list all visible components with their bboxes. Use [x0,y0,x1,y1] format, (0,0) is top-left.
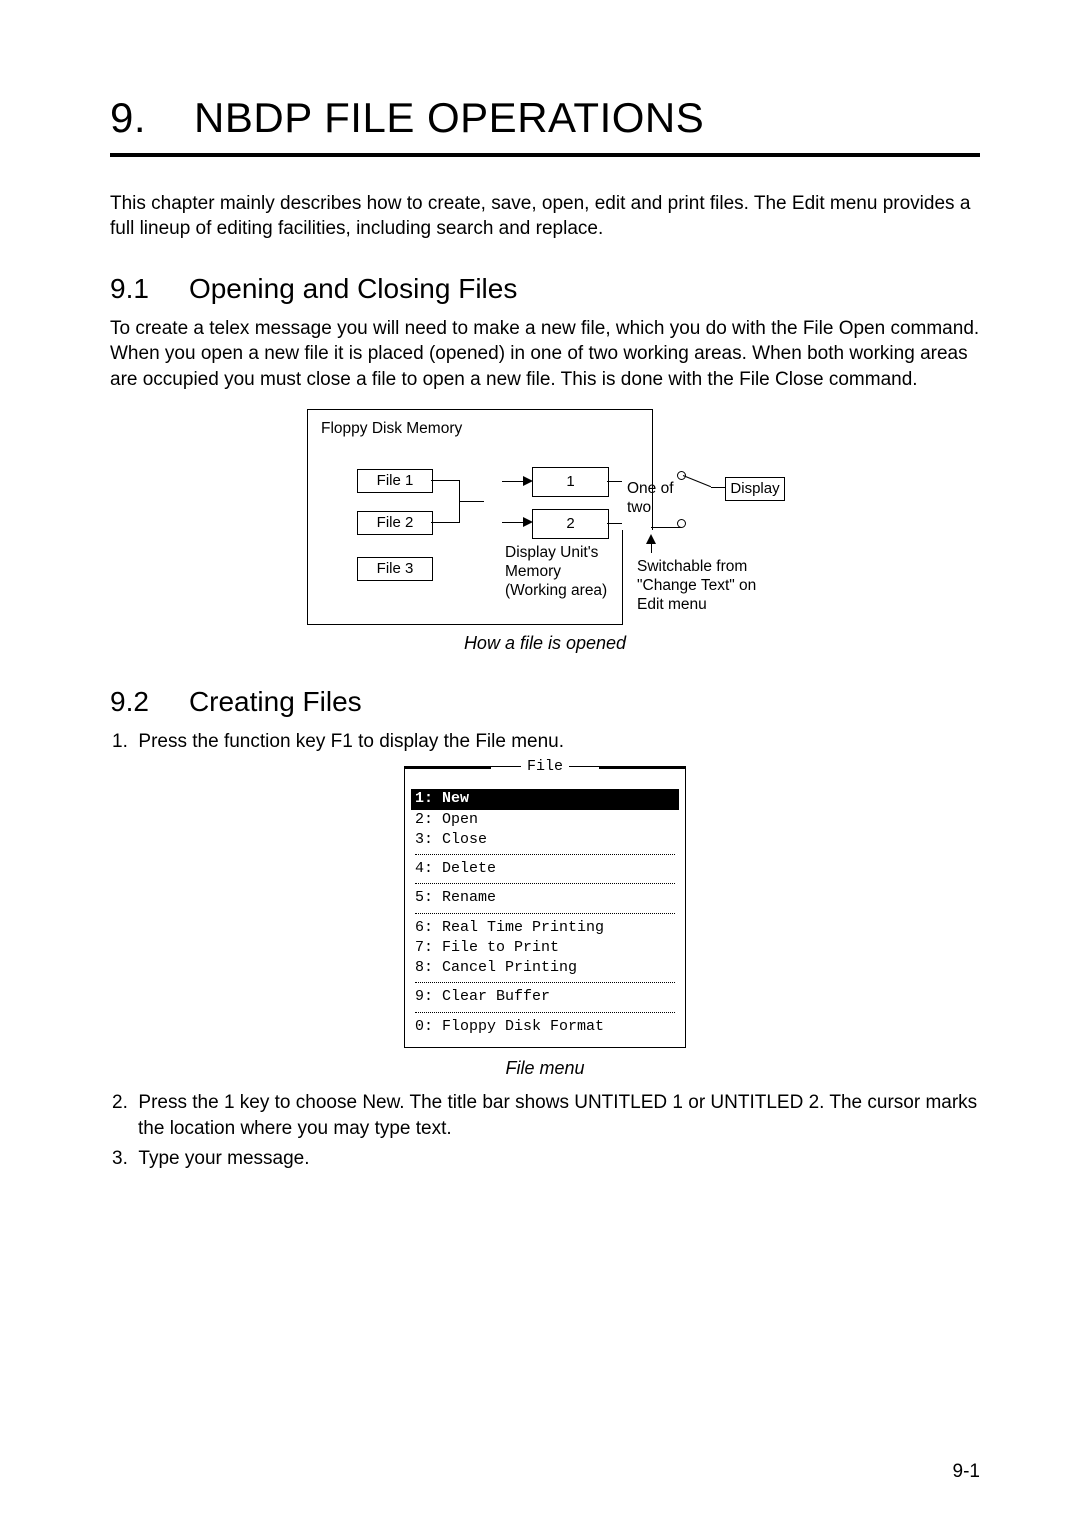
file-menu-item[interactable]: 6: Real Time Printing [415,918,675,938]
file-menu-item[interactable]: 5: Rename [415,888,675,908]
one-of-two-label: One of two [627,479,674,518]
step-2: 2. Press the 1 key to choose New. The ti… [110,1090,980,1141]
file1-box: File 1 [357,469,433,493]
chapter-intro: This chapter mainly describes how to cre… [110,191,980,242]
chapter-title-text: NBDP FILE OPERATIONS [194,90,704,147]
diagram1-caption: How a file is opened [110,631,980,655]
display-box: Display [725,477,785,501]
chapter-rule [110,153,980,157]
file-menu-diagram: File 1: New2: Open3: Close4: Delete5: Re… [404,766,686,1048]
step-3: 3. Type your message. [110,1146,980,1172]
file-menu-caption: File menu [110,1056,980,1080]
file-menu-item[interactable]: 1: New [411,789,679,809]
file3-box: File 3 [357,557,433,581]
page-number: 9-1 [953,1459,980,1485]
file-menu-title: File [521,758,569,775]
chapter-number: 9. [110,90,146,147]
step-1: 1. Press the function key F1 to display … [110,729,980,755]
slot1-box: 1 [532,467,609,497]
section-9-2-title: 9.2 Creating Files [110,683,980,721]
section-9-1-title: 9.1 Opening and Closing Files [110,270,980,308]
chapter-title: 9. NBDP FILE OPERATIONS [110,90,980,147]
section-title-text: Creating Files [189,683,362,721]
steps-rest: 2. Press the 1 key to choose New. The ti… [110,1090,980,1171]
menu-separator [415,883,675,884]
menu-separator [415,913,675,914]
menu-separator [415,854,675,855]
open-file-diagram: Floppy Disk Memory File 1 File 2 File 3 … [307,409,783,623]
section-number: 9.2 [110,683,149,721]
file-menu-item[interactable]: 0: Floppy Disk Format [415,1017,675,1037]
file-menu-item[interactable]: 8: Cancel Printing [415,958,675,978]
floppy-label: Floppy Disk Memory [321,419,462,438]
file-menu-item[interactable]: 9: Clear Buffer [415,987,675,1007]
section-9-1-body: To create a telex message you will need … [110,316,980,393]
file-menu-item[interactable]: 4: Delete [415,859,675,879]
section-number: 9.1 [110,270,149,308]
menu-separator [415,1012,675,1013]
file-menu-item[interactable]: 3: Close [415,830,675,850]
menu-separator [415,982,675,983]
file-menu-item[interactable]: 2: Open [415,810,675,830]
file-menu-item[interactable]: 7: File to Print [415,938,675,958]
switch-label: Switchable from "Change Text" on Edit me… [637,557,756,615]
file2-box: File 2 [357,511,433,535]
steps-top: 1. Press the function key F1 to display … [110,729,980,755]
section-title-text: Opening and Closing Files [189,270,517,308]
slot2-box: 2 [532,509,609,539]
memory-label: Display Unit's Memory (Working area) [505,543,607,601]
